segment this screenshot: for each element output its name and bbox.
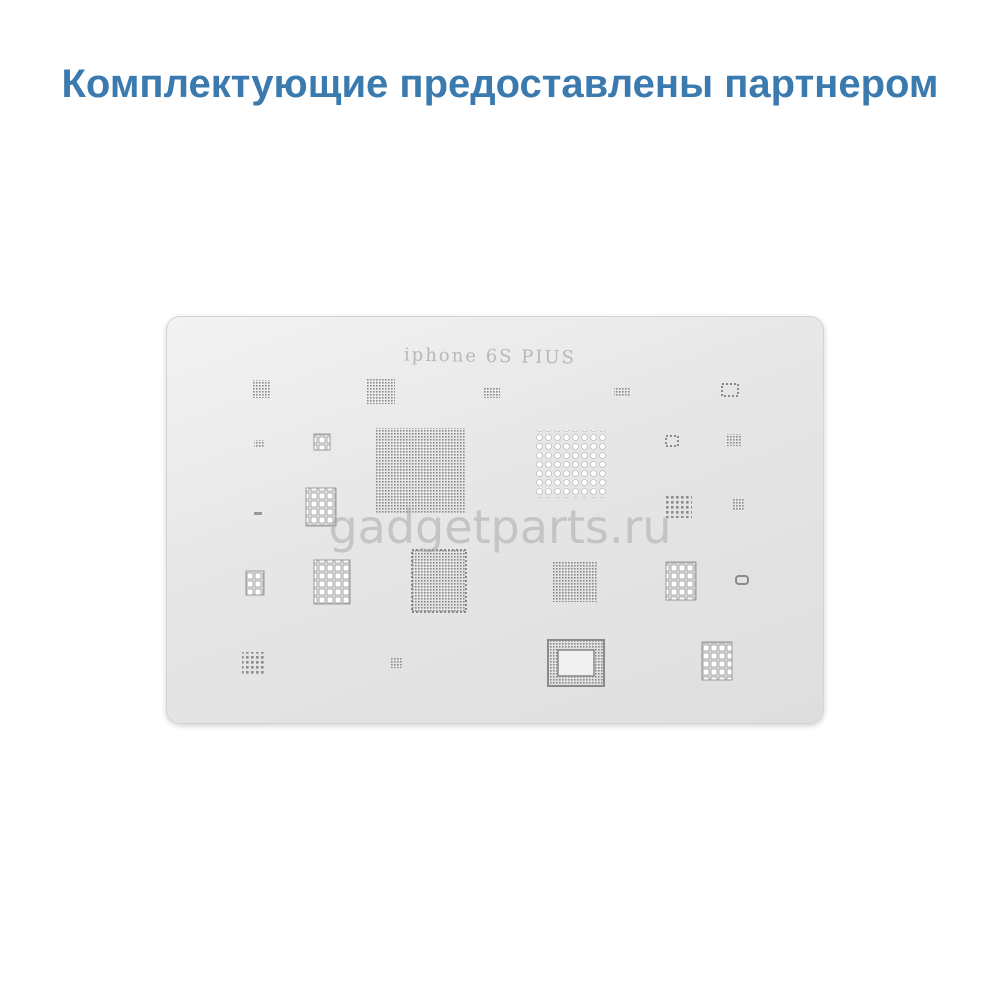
watermark-text: gadgetparts.ru — [328, 500, 672, 554]
partner-banner-title: Комплектующие предоставлены партнером — [61, 62, 939, 106]
